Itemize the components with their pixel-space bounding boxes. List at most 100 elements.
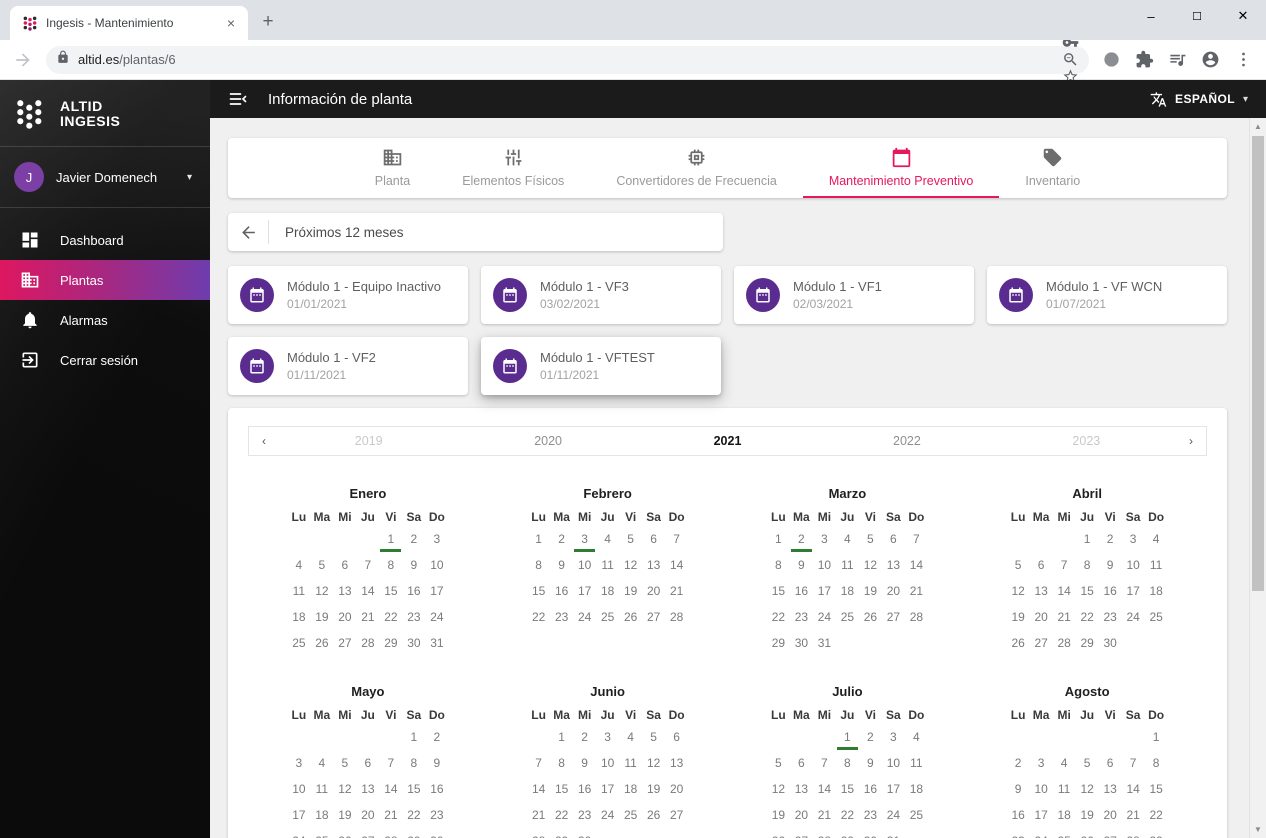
calendar-day: 22 [1145, 808, 1168, 834]
calendar-day: 10 [1122, 558, 1145, 584]
calendar-day: 11 [619, 756, 642, 782]
calendar-day: 8 [402, 756, 425, 782]
calendar-day: 11 [905, 756, 928, 782]
maintenance-card[interactable]: Módulo 1 - VFTEST 01/11/2021 [481, 337, 721, 395]
zoom-out-icon[interactable] [1062, 51, 1079, 68]
calendar-day: 7 [905, 532, 928, 558]
calendar-day: 17 [882, 782, 905, 808]
calendar-day: 21 [379, 808, 402, 834]
calendar-day-number: 12 [1011, 584, 1025, 598]
kebab-menu-icon[interactable] [1234, 50, 1253, 69]
calendar-day-number: 26 [1011, 636, 1025, 650]
calendar-day: 14 [905, 558, 928, 584]
sidebar-item-alarmas[interactable]: Alarmas [0, 300, 210, 340]
calendar-day-number: 2 [1014, 756, 1022, 770]
calendar-day: 3 [882, 730, 905, 756]
calendar-day-number: 29 [1146, 834, 1167, 838]
prev-year-button[interactable]: ‹ [249, 434, 279, 448]
year-option-2021[interactable]: 2021 [638, 434, 817, 448]
calendar-day: 22 [379, 610, 402, 636]
maximize-button[interactable]: ☐ [1174, 0, 1220, 32]
calendar-day: 4 [310, 756, 333, 782]
scrollbar-thumb[interactable] [1252, 136, 1264, 591]
calendar-day-number: 22 [554, 808, 569, 822]
tab-inventario[interactable]: Inventario [999, 138, 1106, 198]
profile-avatar-icon[interactable] [1201, 50, 1220, 69]
day-header: Vi [625, 510, 637, 524]
back-button[interactable] [228, 223, 268, 242]
calendar-day-empty [1030, 730, 1053, 756]
calendar-day-number: 16 [794, 584, 809, 598]
calendar-day-number: 13 [361, 782, 375, 796]
calendar-day-number: 14 [817, 782, 832, 796]
calendar-day: 14 [356, 584, 379, 610]
calendar-day-number: 18 [909, 782, 924, 796]
year-option-2022[interactable]: 2022 [817, 434, 996, 448]
minimize-button[interactable]: – [1128, 0, 1174, 32]
tab-mantenimiento-preventivo[interactable]: Mantenimiento Preventivo [802, 138, 1000, 198]
calendar-day-number: 9 [1014, 782, 1022, 796]
calendar-day-number: 25 [623, 808, 638, 822]
calendar-day-number: 24 [886, 808, 901, 822]
sidebar-item-cerrar-sesion[interactable]: Cerrar sesión [0, 340, 210, 380]
sidebar-item-label: Cerrar sesión [60, 352, 139, 368]
calendar-day-number: 12 [338, 782, 352, 796]
maintenance-card[interactable]: Módulo 1 - VF1 02/03/2021 [734, 266, 974, 324]
calendar-day: 21 [813, 808, 836, 834]
vertical-scrollbar[interactable]: ▲ ▼ [1249, 118, 1266, 838]
calendar-day: 15 [767, 584, 790, 610]
puzzle-icon[interactable] [1135, 50, 1154, 69]
calendar-day-number: 24 [817, 610, 832, 624]
calendar-day: 12 [1076, 782, 1099, 808]
maintenance-card[interactable]: Módulo 1 - VF2 01/11/2021 [228, 337, 468, 395]
url-bar[interactable]: altid.es/plantas/6 [46, 38, 1089, 83]
calendar-day-number: 23 [577, 808, 592, 822]
month-febrero: Febrero Lu Ma Mi Ju Vi Sa Do 1 2 3 4 5 6 7 8 9 10 11 12 13 1… [488, 486, 728, 662]
maintenance-card[interactable]: Módulo 1 - Equipo Inactivo 01/01/2021 [228, 266, 468, 324]
calendar-day-number: 8 [844, 756, 851, 770]
tab-convertidores-de-frecuencia[interactable]: Convertidores de Frecuencia [590, 138, 803, 198]
sidebar-item-dashboard[interactable]: Dashboard [0, 220, 210, 260]
calendar-day-number: 11 [624, 756, 637, 770]
maintenance-card[interactable]: Módulo 1 - VF WCN 01/07/2021 [987, 266, 1227, 324]
tab-elementos-fisicos[interactable]: Elementos Físicos [436, 138, 590, 198]
calendar-day-number: 7 [1060, 558, 1068, 572]
calendar-day-number: 6 [650, 532, 657, 546]
calendar-day: 16 [1007, 808, 1030, 834]
user-menu[interactable]: J Javier Domenech ▾ [0, 147, 210, 208]
close-window-button[interactable]: ✕ [1220, 0, 1266, 32]
next-year-button[interactable]: › [1176, 434, 1206, 448]
calendar-day-number: 3 [1129, 532, 1137, 546]
maintenance-card[interactable]: Módulo 1 - VF3 03/02/2021 [481, 266, 721, 324]
calendar-day: 20 [790, 808, 813, 834]
url-text[interactable]: altid.es/plantas/6 [78, 52, 1048, 67]
calendar-day: 12 [333, 782, 356, 808]
browser-tab[interactable]: Ingesis - Mantenimiento × [10, 6, 248, 40]
tab-planta[interactable]: Planta [349, 138, 436, 198]
calendar-day-marked: 1 [836, 730, 858, 750]
year-option-2020[interactable]: 2020 [458, 434, 637, 448]
calendar-day: 23 [790, 610, 813, 636]
year-option-2019[interactable]: 2019 [279, 434, 458, 448]
forward-button[interactable] [9, 46, 37, 74]
maintenance-card-date: 01/11/2021 [287, 368, 347, 382]
sidebar-item-plantas[interactable]: Plantas [0, 260, 210, 300]
calendar-day: 16 [402, 584, 425, 610]
language-selector[interactable]: ESPAÑOL ▾ [1150, 91, 1248, 108]
calendar-day: 24 [1030, 834, 1053, 838]
media-queue-icon[interactable] [1168, 50, 1187, 69]
menu-collapse-icon[interactable] [228, 89, 248, 109]
scroll-down-icon[interactable]: ▼ [1250, 821, 1266, 838]
calendar-day: 23 [402, 610, 425, 636]
maintenance-card-title: Módulo 1 - VF1 [793, 279, 882, 294]
year-option-2023[interactable]: 2023 [997, 434, 1176, 448]
tab-close-icon[interactable]: × [222, 14, 240, 32]
calendar-day-empty [1099, 730, 1122, 756]
scroll-up-icon[interactable]: ▲ [1250, 118, 1266, 135]
extension-circle-icon[interactable] [1102, 50, 1121, 69]
month-title: Enero [349, 486, 387, 501]
calendar-day-empty [1030, 532, 1053, 558]
calendar-day-number: 8 [775, 558, 782, 572]
calendar-day-number: 5 [775, 756, 782, 770]
new-tab-button[interactable]: + [254, 8, 282, 36]
